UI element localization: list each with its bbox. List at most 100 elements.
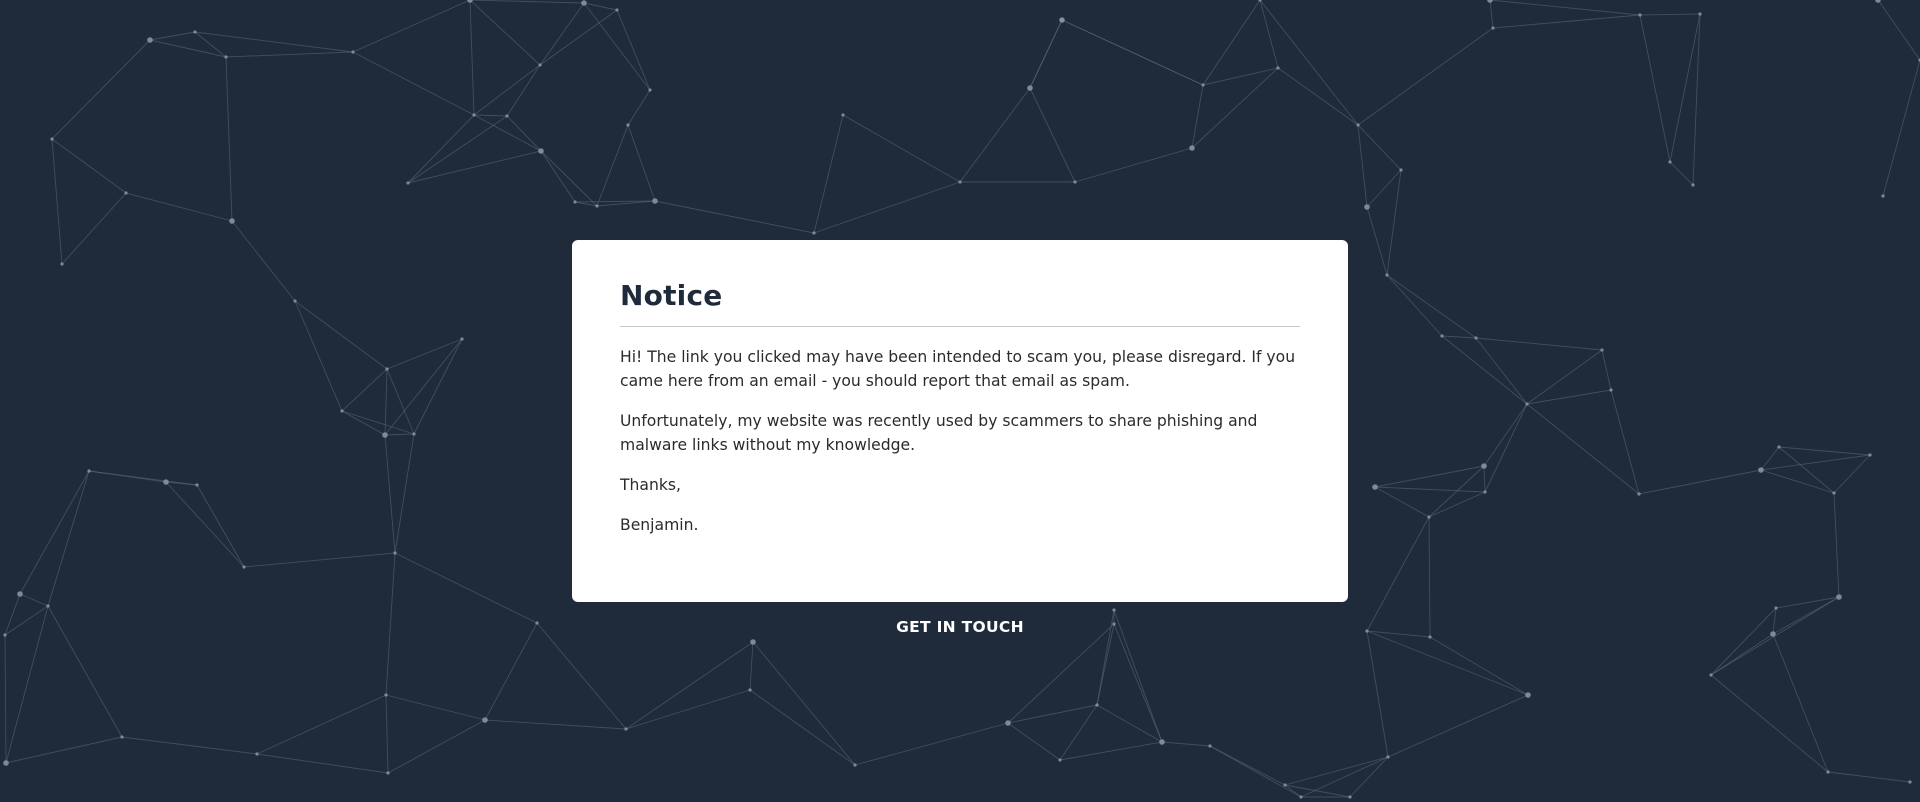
network-line — [5, 736, 123, 764]
network-line — [1387, 694, 1529, 758]
network-line — [386, 368, 415, 435]
network-node — [120, 735, 124, 739]
network-line — [842, 114, 961, 183]
network-node — [750, 639, 756, 645]
network-line — [1277, 67, 1359, 126]
network-line — [1526, 349, 1603, 405]
network-node — [386, 771, 390, 775]
network-line — [1074, 147, 1193, 183]
network-line — [225, 56, 233, 222]
network-node — [1777, 445, 1781, 449]
network-line — [47, 470, 90, 607]
network-node — [1881, 194, 1885, 198]
network-node — [1491, 26, 1495, 30]
network-node — [1005, 720, 1011, 726]
network-line — [473, 64, 541, 116]
network-line — [583, 2, 651, 91]
network-line — [1489, 0, 1494, 29]
network-line — [1029, 19, 1063, 89]
network-node — [1095, 703, 1099, 707]
network-line — [1441, 335, 1528, 405]
network-line — [1760, 469, 1835, 494]
network-line — [407, 150, 542, 184]
network-line — [749, 641, 754, 691]
network-line — [469, 0, 585, 4]
network-line — [385, 694, 486, 721]
network-line — [394, 552, 538, 624]
network-line — [1772, 633, 1829, 773]
network-node — [624, 727, 628, 731]
network-line — [469, 0, 541, 66]
network-line — [506, 115, 542, 152]
network-node — [1059, 17, 1065, 23]
network-node — [1525, 692, 1531, 698]
network-node — [648, 88, 652, 92]
network-node — [1698, 12, 1702, 16]
network-line — [484, 719, 627, 730]
network-line — [165, 481, 245, 568]
network-node — [124, 191, 128, 195]
network-line — [1007, 704, 1098, 724]
network-node — [412, 432, 416, 436]
network-node — [1189, 145, 1195, 151]
network-node — [1868, 453, 1872, 457]
network-line — [625, 641, 754, 730]
network-line — [385, 694, 389, 774]
network-line — [1827, 771, 1911, 783]
network-node — [1073, 180, 1077, 184]
network-line — [1669, 13, 1701, 163]
network-node — [195, 483, 199, 487]
network-line — [384, 434, 396, 554]
network-node — [581, 0, 587, 6]
network-node — [1600, 348, 1604, 352]
network-line — [1259, 0, 1359, 126]
notice-title: Notice — [620, 279, 723, 312]
network-node — [255, 752, 259, 756]
network-node — [1758, 467, 1764, 473]
network-node — [1299, 795, 1303, 799]
network-line — [1877, 0, 1920, 61]
network-line — [256, 694, 387, 755]
network-line — [539, 9, 618, 66]
get-in-touch-link[interactable]: GET IN TOUCH — [0, 618, 1920, 636]
network-node — [538, 148, 544, 154]
network-line — [854, 722, 1009, 766]
network-line — [341, 410, 415, 435]
network-node — [1386, 755, 1390, 759]
network-line — [1710, 674, 1829, 773]
network-node — [50, 137, 54, 141]
network-line — [1113, 623, 1163, 743]
network-node — [1208, 744, 1212, 748]
network-line — [1191, 84, 1204, 149]
network-line — [473, 114, 508, 117]
network-line — [596, 124, 629, 207]
network-line — [294, 300, 343, 412]
network-line — [1429, 636, 1529, 696]
network-line — [149, 39, 227, 58]
network-line — [1833, 492, 1840, 598]
network-line — [627, 89, 651, 126]
network-line — [473, 114, 542, 152]
network-node — [1836, 594, 1842, 600]
network-line — [231, 220, 296, 302]
network-line — [19, 470, 90, 595]
notice-sign-off: Thanks, — [620, 476, 681, 494]
network-line — [386, 338, 463, 370]
network-line — [1483, 403, 1528, 467]
network-node — [340, 409, 344, 413]
network-node — [748, 688, 752, 692]
network-node — [351, 50, 355, 54]
network-line — [294, 300, 388, 370]
network-node — [1774, 606, 1778, 610]
network-line — [1061, 19, 1204, 86]
notice-paragraph-2: Unfortunately, my website was recently u… — [620, 412, 1258, 454]
network-line — [352, 0, 471, 53]
network-line — [654, 200, 815, 234]
network-line — [4, 634, 7, 764]
network-line — [1349, 756, 1389, 798]
network-node — [505, 114, 509, 118]
network-line — [51, 138, 127, 194]
network-line — [394, 433, 415, 554]
network-node — [812, 231, 816, 235]
network-line — [1489, 0, 1641, 16]
